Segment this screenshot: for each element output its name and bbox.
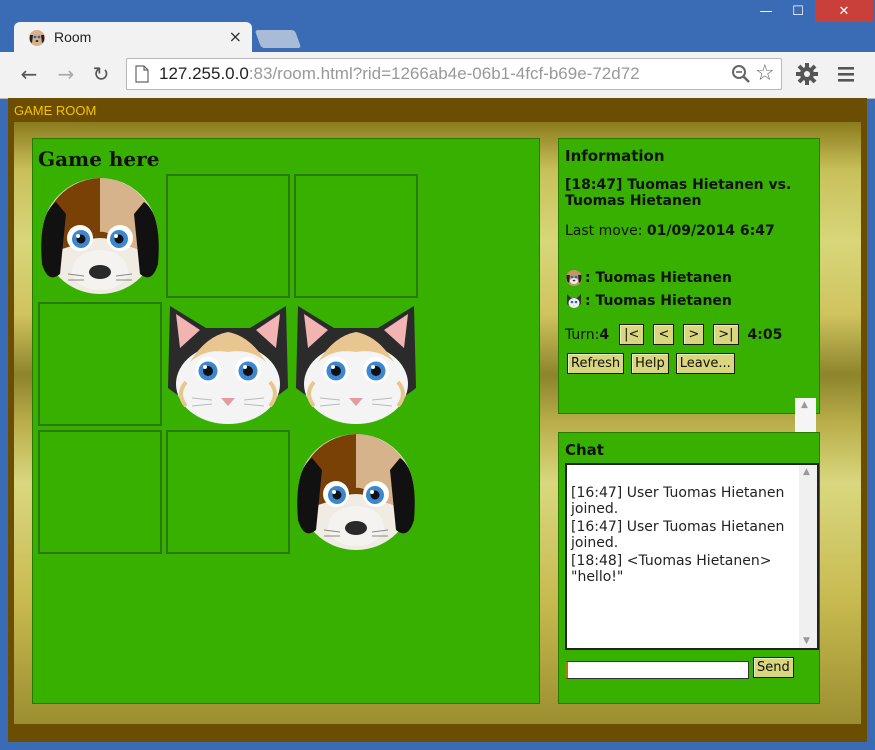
information-title: Information [565, 147, 665, 165]
minimize-button[interactable]: — [752, 0, 780, 22]
chat-message: [16:47] User Tuomas Hietanen joined. [571, 519, 785, 551]
player-2: : Tuomas Hietanen [565, 292, 732, 310]
chat-messages: [16:47] User Tuomas Hietanen joined. [16… [571, 485, 796, 587]
forward-arrow-icon[interactable]: → [53, 61, 79, 87]
board-cell-empty[interactable] [38, 302, 162, 426]
tab-close-button[interactable]: × [229, 27, 242, 46]
browser-tab[interactable]: Room × [14, 22, 252, 54]
chat-message: [18:48] <Tuomas Hietanen> "hello!" [571, 553, 772, 585]
chat-message: [16:47] User Tuomas Hietanen joined. [571, 485, 785, 517]
board-cell-cat[interactable] [166, 302, 290, 426]
board-cell-empty[interactable] [166, 174, 290, 298]
information-panel: Information [18:47] Tuomas Hietanen vs. … [558, 138, 820, 414]
page-icon [135, 65, 149, 83]
board-cell-empty[interactable] [38, 430, 162, 554]
dog-avatar-icon [566, 270, 582, 286]
menu-icon[interactable] [836, 64, 856, 84]
refresh-button[interactable]: Refresh [567, 353, 625, 374]
scroll-down-icon[interactable]: ▼ [803, 636, 810, 646]
dog-piece-icon [297, 434, 415, 550]
chat-title: Chat [565, 441, 604, 459]
next-move-button[interactable]: > [683, 324, 705, 345]
zoom-icon[interactable] [731, 64, 751, 84]
page-content: GAME ROOM Game here Information [18:47] … [8, 98, 867, 742]
dog-favicon-icon [29, 30, 45, 46]
scroll-up-icon[interactable]: ▲ [803, 467, 810, 477]
info-buttons: Refresh Help Leave... [567, 353, 742, 374]
maximize-button[interactable]: ☐ [784, 0, 812, 22]
address-bar[interactable]: 127.255.0.0:83/room.html?rid=1266ab4e-06… [126, 58, 782, 90]
gear-icon[interactable] [795, 62, 819, 86]
close-window-button[interactable]: ✕ [815, 0, 873, 22]
new-tab-button[interactable] [254, 30, 302, 48]
chat-input[interactable] [565, 661, 749, 679]
turn-timer: 4:05 [747, 326, 783, 343]
board-cell-dog[interactable] [38, 174, 162, 298]
bookmark-star-icon[interactable]: ☆ [755, 61, 775, 86]
chat-log[interactable]: [16:47] User Tuomas Hietanen joined. [16… [565, 463, 819, 650]
window-titlebar: — ☐ ✕ Room × [0, 0, 875, 54]
leave-button[interactable]: Leave... [675, 353, 735, 374]
url-text[interactable]: 127.255.0.0:83/room.html?rid=1266ab4e-06… [159, 64, 640, 84]
send-button[interactable]: Send [753, 657, 794, 678]
turn-row: Turn: 4 |< < > >| 4:05 [565, 324, 782, 345]
game-panel: Game here [32, 138, 540, 704]
board-cell-cat[interactable] [294, 302, 418, 426]
player-1-name: : Tuomas Hietanen [585, 270, 732, 286]
cat-piece-icon [168, 306, 288, 424]
board-cell-dog[interactable] [294, 430, 418, 554]
turn-value: 4 [599, 326, 610, 343]
board-cell-empty[interactable] [294, 174, 418, 298]
turn-label: Turn: [565, 326, 600, 343]
info-scrollbar[interactable]: ▲ [795, 398, 816, 432]
board-cell-empty[interactable] [166, 430, 290, 554]
back-arrow-icon[interactable]: ← [16, 61, 42, 87]
cat-avatar-icon [567, 294, 581, 308]
last-move: Last move: 01/09/2014 6:47 [565, 223, 775, 239]
help-button[interactable]: Help [631, 353, 669, 374]
scroll-up-icon[interactable]: ▲ [801, 400, 808, 410]
tab-title: Room [54, 29, 92, 45]
first-move-button[interactable]: |< [619, 324, 645, 345]
cat-piece-icon [296, 306, 416, 424]
chat-panel: Chat [16:47] User Tuomas Hietanen joined… [558, 432, 820, 704]
dog-piece-icon [41, 178, 159, 294]
chat-scrollbar[interactable]: ▲ ▼ [799, 465, 817, 648]
page-header: GAME ROOM [14, 103, 97, 118]
last-move-value: 01/09/2014 6:47 [646, 223, 775, 239]
browser-toolbar: ← → ↻ 127.255.0.0:83/room.html?rid=1266a… [0, 52, 875, 99]
previous-move-button[interactable]: < [653, 324, 675, 345]
game-title: Game here [38, 147, 160, 171]
last-move-button[interactable]: >| [713, 324, 739, 345]
player-1: : Tuomas Hietanen [565, 269, 732, 287]
reload-icon[interactable]: ↻ [88, 61, 114, 87]
player-2-name: : Tuomas Hietanen [585, 293, 732, 309]
last-move-label: Last move: [565, 223, 647, 239]
match-title: [18:47] Tuomas Hietanen vs. Tuomas Hieta… [565, 177, 792, 209]
